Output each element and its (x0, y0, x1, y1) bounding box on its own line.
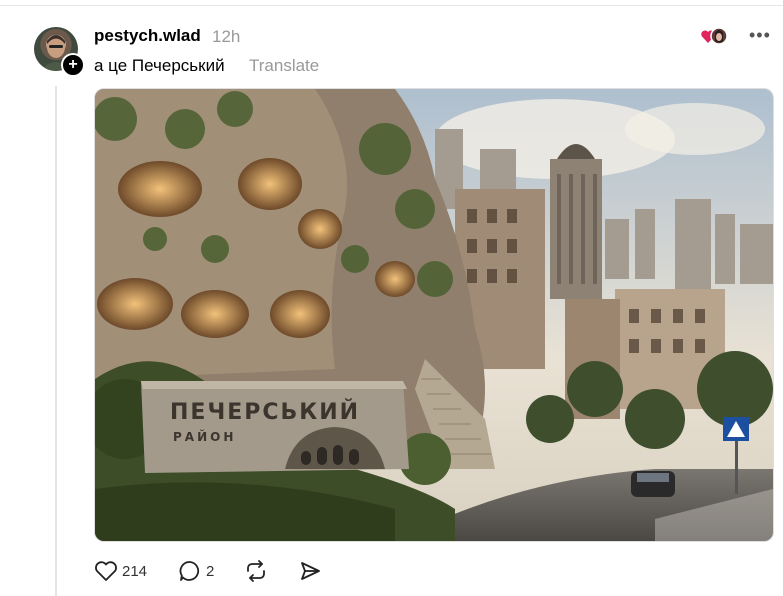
like-count: 214 (122, 562, 148, 580)
translate-link[interactable]: Translate (249, 56, 319, 76)
username[interactable]: pestych.wlad (94, 26, 201, 46)
repost-button[interactable] (244, 558, 268, 584)
share-icon (298, 559, 322, 583)
sign-line1: ПЕЧЕРСЬКИЙ (170, 399, 360, 425)
follow-plus-icon[interactable]: + (61, 53, 85, 77)
comment-button[interactable]: 2 (178, 558, 214, 584)
heart-avatar-icon[interactable] (701, 26, 729, 46)
post-image[interactable]: ПЕЧЕРСЬКИЙ РАЙОН (94, 88, 774, 542)
thread-line (55, 86, 57, 596)
comment-count: 2 (206, 562, 215, 580)
sign-line2: РАЙОН (173, 429, 236, 444)
comment-icon (178, 559, 202, 583)
more-horizontal-icon[interactable]: ••• (749, 25, 771, 46)
share-button[interactable] (298, 558, 322, 584)
heart-icon (94, 560, 118, 582)
top-divider (0, 5, 783, 6)
repost-icon (244, 559, 268, 583)
post-time[interactable]: 12h (212, 27, 240, 47)
avatar[interactable]: + (34, 27, 85, 77)
like-button[interactable]: 214 (94, 558, 147, 584)
post-text: а це Печерський (94, 56, 225, 75)
